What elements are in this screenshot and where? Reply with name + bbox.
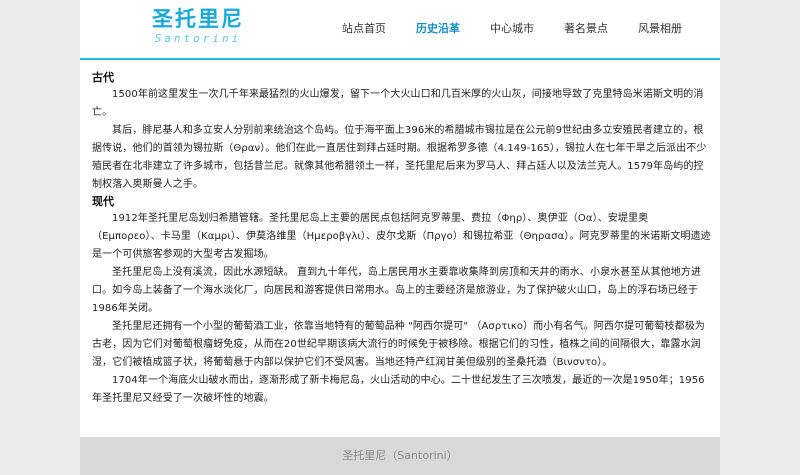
nav-item-gallery[interactable]: 风景相册 [638,20,682,38]
paragraph: 1912年圣托里尼岛划归希腊管辖。圣托里尼岛上主要的居民点包括阿克罗蒂里、费拉（… [92,213,711,260]
nav-item-cities[interactable]: 中心城市 [490,20,534,38]
paragraph: 圣托里尼岛上没有溪流，因此水源短缺。 直到九十年代，岛上居民用水主要靠收集降到房… [92,267,702,314]
site-footer: 圣托里尼（Santorini） [80,437,720,475]
article-content: 古代 1500年前这里发生一次几千年来最猛烈的火山爆发，留下一个大火山口和几百米… [92,70,712,408]
page-container: 圣托里尼 Santorini 站点首页 历史沿革 中心城市 著名景点 风景相册 … [80,0,720,475]
section-title-ancient: 古代 [92,71,114,84]
paragraph: 圣托里尼还拥有一个小型的葡萄酒工业，依靠当地特有的葡萄品种 "阿西尔提可" （Α… [92,321,705,368]
section-title-modern: 现代 [92,195,114,208]
site-header: 圣托里尼 Santorini 站点首页 历史沿革 中心城市 著名景点 风景相册 [80,0,720,60]
nav-item-attractions[interactable]: 著名景点 [564,20,608,38]
paragraph: 1500年前这里发生一次几千年来最猛烈的火山爆发，留下一个大火山口和几百米厚的火… [92,89,704,118]
site-logo[interactable]: 圣托里尼 Santorini [138,6,258,50]
logo-english-text: Santorini [154,32,242,45]
logo-chinese-text: 圣托里尼 [152,7,244,31]
paragraph: 其后，腓尼基人和多立安人分别前来统治这个岛屿。位于海平面上396米的希腊城市锡拉… [92,125,707,190]
footer-text: 圣托里尼（Santorini） [342,449,458,462]
main-nav: 站点首页 历史沿革 中心城市 著名景点 风景相册 [342,20,712,38]
nav-item-history[interactable]: 历史沿革 [416,20,460,38]
paragraph: 1704年一个海底火山破水而出，逐渐形成了新卡梅尼岛，火山活动的中心。二十世纪发… [92,375,705,404]
nav-item-home[interactable]: 站点首页 [342,20,386,38]
